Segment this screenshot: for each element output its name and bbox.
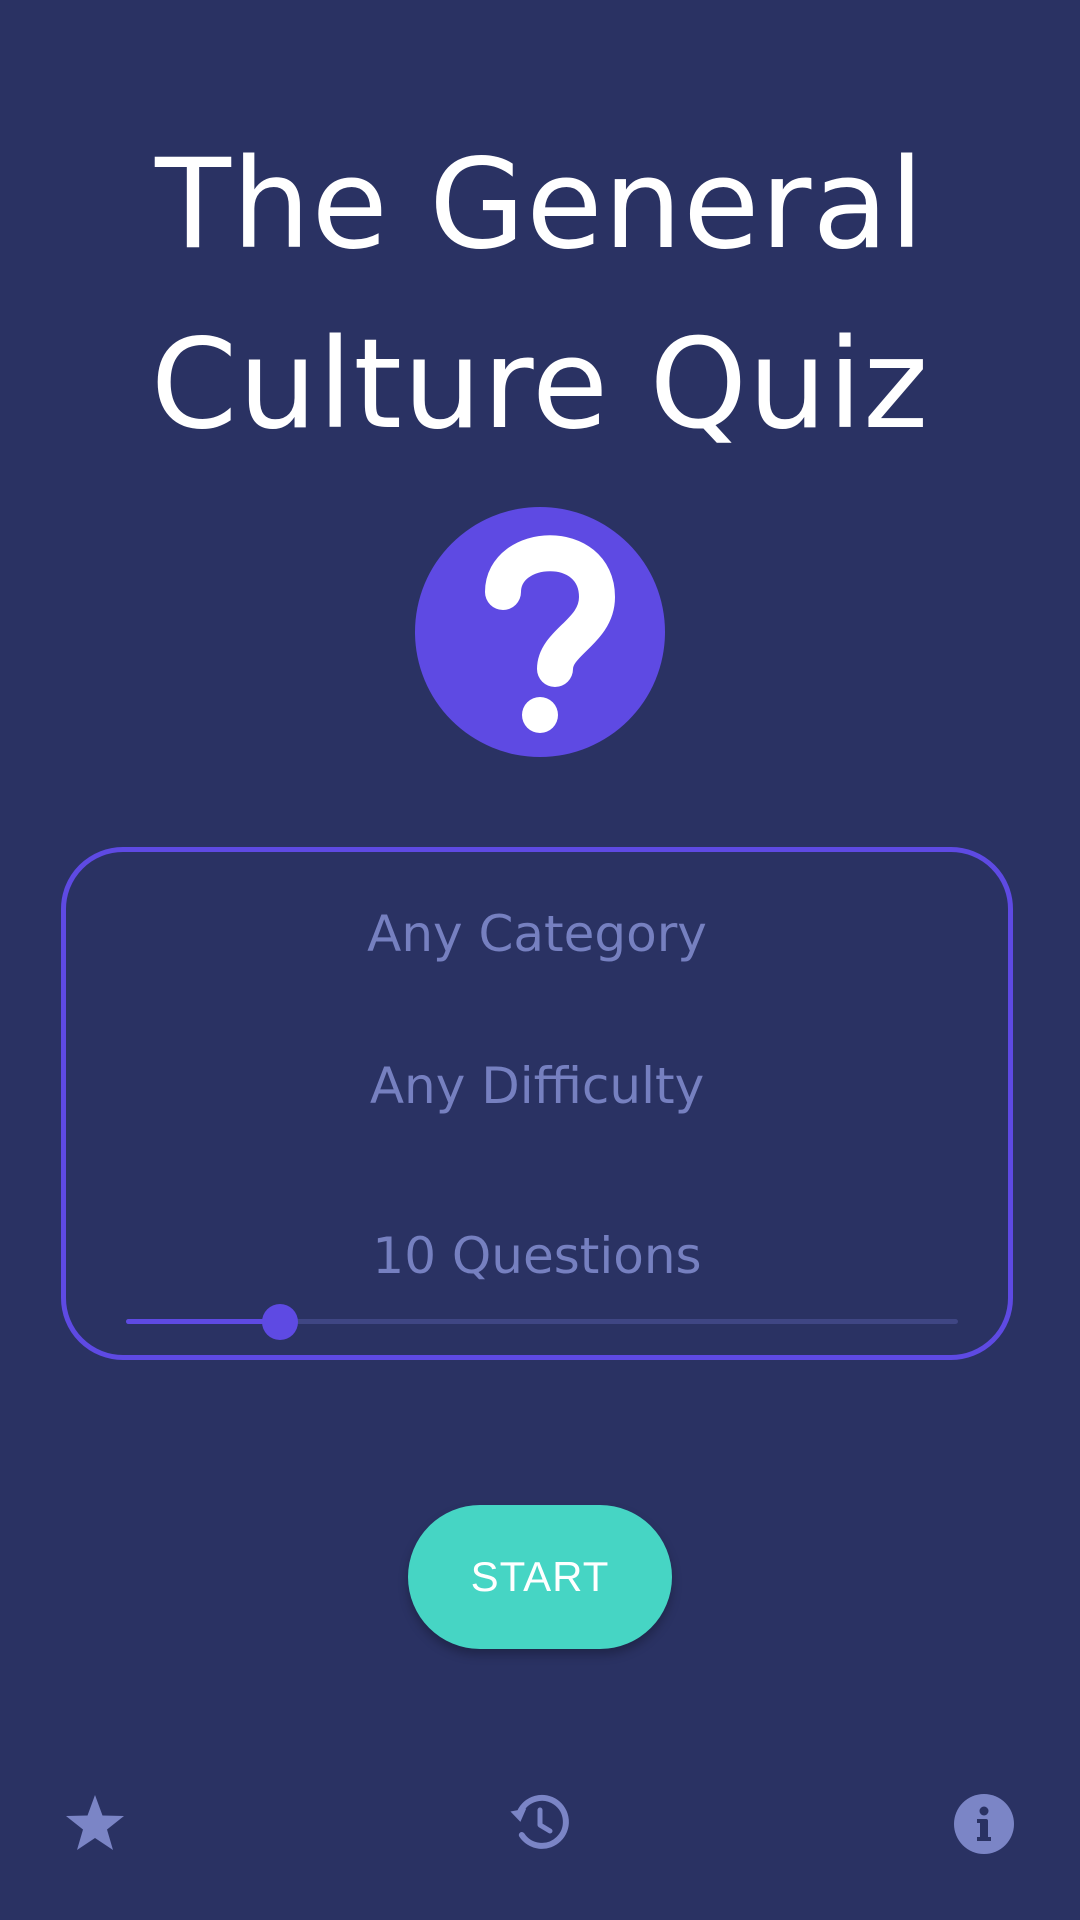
app-title-line-2: Culture Quiz [150,313,930,457]
quiz-settings-card: Any Category Any Difficulty 10 Questions [61,847,1013,1360]
app-title-line-1: The General [155,133,925,277]
slider-thumb[interactable] [261,1304,298,1340]
history-button[interactable] [507,1792,571,1856]
history-icon [510,1794,569,1849]
category-selector[interactable]: Any Category [66,904,1008,964]
favorites-button[interactable] [63,1792,127,1856]
star-icon [66,1795,124,1850]
question-count-slider[interactable] [126,1302,958,1342]
quiz-logo [415,507,665,757]
quiz-home-screen: The General Culture Quiz Any Category An… [0,0,1080,1920]
difficulty-selector[interactable]: Any Difficulty [66,1056,1008,1116]
info-icon [954,1794,1014,1854]
start-button[interactable]: START [408,1505,672,1649]
question-count-label: 10 Questions [372,1227,702,1285]
info-button[interactable] [952,1792,1016,1856]
question-mark-icon [485,535,616,733]
slider-fill [126,1319,280,1324]
app-title: The General Culture Quiz [0,115,1080,475]
